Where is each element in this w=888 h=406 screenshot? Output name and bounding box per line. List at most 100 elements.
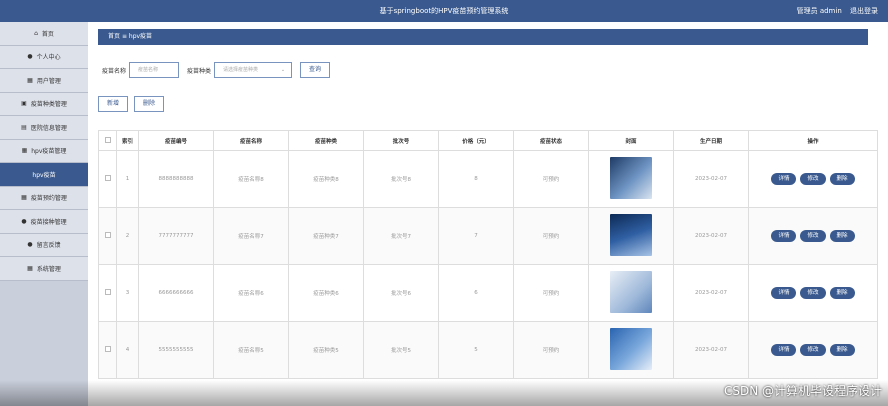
row-select-cell <box>98 150 117 208</box>
logout-link[interactable]: 退出登录 <box>850 7 878 15</box>
user-label: 管理员 admin <box>796 7 842 15</box>
operation-cell: 详情 修改 删除 <box>748 321 878 379</box>
status-cell: 可预约 <box>513 207 589 265</box>
filter-bar: 疫苗名称 疫苗名称 疫苗种类 请选择疫苗种类 ⌄ 查询 <box>102 62 331 78</box>
detail-button[interactable]: 详情 <box>771 173 797 185</box>
batch-cell: 批次号8 <box>363 150 439 208</box>
sidebar-item-profile[interactable]: ● 个人中心 <box>0 45 88 69</box>
row-checkbox[interactable] <box>104 175 111 181</box>
breadcrumb-home[interactable]: 首页 <box>108 33 120 40</box>
select-all-header <box>98 130 117 151</box>
status-cell: 可预约 <box>513 264 589 322</box>
vaccine-type-select[interactable]: 请选择疫苗种类 ⌄ <box>214 62 293 78</box>
operation-cell: 详情 修改 删除 <box>748 207 878 265</box>
row-delete-button[interactable]: 删除 <box>829 287 855 299</box>
column-header: 操作 <box>748 130 878 151</box>
sidebar-item-hospitals[interactable]: ▤ 医院信息管理 <box>0 116 88 140</box>
person-icon: ● <box>21 217 27 225</box>
edit-button[interactable]: 修改 <box>800 173 826 185</box>
sidebar-item-label: 首页 <box>41 30 54 38</box>
select-all-checkbox[interactable] <box>104 136 111 143</box>
edit-button[interactable]: 修改 <box>800 344 826 356</box>
detail-button[interactable]: 详情 <box>771 230 797 242</box>
grid-icon: ▦ <box>27 264 33 272</box>
cover-image <box>610 271 652 313</box>
type-cell: 疫苗种类8 <box>288 150 364 208</box>
batch-cell: 批次号7 <box>363 207 439 265</box>
detail-button[interactable]: 详情 <box>771 287 797 299</box>
column-header: 批次号 <box>363 130 439 151</box>
action-bar: 新增 删除 <box>98 96 165 112</box>
date-cell: 2023-02-07 <box>673 150 749 208</box>
price-cell: 8 <box>438 150 514 208</box>
sidebar-item-home[interactable]: ⌂ 首页 <box>0 22 88 46</box>
row-delete-button[interactable]: 删除 <box>829 173 855 185</box>
status-cell: 可预约 <box>513 150 589 208</box>
index-cell: 2 <box>116 207 139 265</box>
sidebar-item-label: 疫苗预约管理 <box>30 195 67 203</box>
row-checkbox[interactable] <box>104 346 111 352</box>
status-cell: 可预约 <box>513 321 589 379</box>
edit-button[interactable]: 修改 <box>800 287 826 299</box>
sidebar-item-label: 疫苗接种管理 <box>30 218 67 226</box>
name-cell: 疫苗名称5 <box>213 321 289 379</box>
user-area: 管理员 admin 退出登录 <box>791 6 878 16</box>
vaccine-name-input[interactable]: 疫苗名称 <box>129 62 180 78</box>
column-header: 疫苗种类 <box>288 130 364 151</box>
table-row: 3 6666666666 疫苗名称6 疫苗种类6 批次号6 6 可预约 2023… <box>98 264 878 322</box>
type-cell: 疫苗种类5 <box>288 321 364 379</box>
sidebar-item-users[interactable]: ▦ 用户管理 <box>0 69 88 93</box>
cover-cell <box>588 207 674 265</box>
batch-cell: 批次号5 <box>363 321 439 379</box>
sidebar-item-feedback[interactable]: ● 留言反馈 <box>0 233 88 257</box>
name-cell: 疫苗名称6 <box>213 264 289 322</box>
vaccine-table: 索引 疫苗编号 疫苗名称 疫苗种类 批次号 价格（元） 疫苗状态 封面 生产日期… <box>98 130 878 379</box>
person-icon: ● <box>27 53 33 61</box>
sidebar-item-label: 个人中心 <box>36 54 61 62</box>
cover-cell <box>588 321 674 379</box>
vaccine-type-placeholder: 请选择疫苗种类 <box>223 67 259 73</box>
cover-cell <box>588 150 674 208</box>
sidebar-item-appointments[interactable]: ▦ 疫苗预约管理 <box>0 186 88 210</box>
edit-button[interactable]: 修改 <box>800 230 826 242</box>
sidebar-item-vaccine-types[interactable]: ▣ 疫苗种类管理 <box>0 92 88 116</box>
sidebar-item-vaccinations[interactable]: ● 疫苗接种管理 <box>0 210 88 234</box>
pin-icon: ● <box>27 241 33 249</box>
column-header: 价格（元） <box>438 130 514 151</box>
home-icon: ⌂ <box>34 29 38 37</box>
sidebar-item-label: hpv疫苗管理 <box>31 148 67 156</box>
row-select-cell <box>98 207 117 265</box>
row-delete-button[interactable]: 删除 <box>829 344 855 356</box>
sidebar-item-label: 留言反馈 <box>36 242 61 250</box>
sidebar-item-hpv-management[interactable]: ▦ hpv疫苗管理 <box>0 139 88 163</box>
date-cell: 2023-02-07 <box>673 321 749 379</box>
index-cell: 1 <box>116 150 139 208</box>
vaccine-type-label: 疫苗种类 <box>187 67 212 75</box>
row-checkbox[interactable] <box>104 232 111 238</box>
sidebar-item-label: hpv疫苗 <box>32 171 56 179</box>
code-cell: 7777777777 <box>138 207 214 265</box>
breadcrumb: 首页 ≡ hpv疫苗 <box>98 29 868 45</box>
index-cell: 4 <box>116 321 139 379</box>
cover-cell <box>588 264 674 322</box>
briefcase-icon: ▤ <box>21 123 27 131</box>
table-row: 1 8888888888 疫苗名称8 疫苗种类8 批次号8 8 可预约 2023… <box>98 150 878 208</box>
price-cell: 5 <box>438 321 514 379</box>
sidebar: ⌂ 首页 ● 个人中心 ▦ 用户管理 ▣ 疫苗种类管理 ▤ 医院信息管理 ▦ hpv疫苗管理… <box>0 22 88 406</box>
sidebar-item-label: 系统管理 <box>36 265 61 273</box>
row-select-cell <box>98 321 117 379</box>
row-checkbox[interactable] <box>104 289 111 295</box>
index-cell: 3 <box>116 264 139 322</box>
add-button[interactable]: 新增 <box>98 96 129 112</box>
detail-button[interactable]: 详情 <box>771 344 797 356</box>
main-content: 首页 ≡ hpv疫苗 疫苗名称 疫苗名称 疫苗种类 请选择疫苗种类 ⌄ 查询 新增… <box>88 22 888 406</box>
top-bar: 基于springboot的HPV疫苗预约管理系统 管理员 admin 退出登录 <box>0 0 888 22</box>
row-delete-button[interactable]: 删除 <box>829 230 855 242</box>
query-button[interactable]: 查询 <box>300 62 331 78</box>
cover-image <box>610 157 652 199</box>
sidebar-item-system[interactable]: ▦ 系统管理 <box>0 257 88 281</box>
delete-button[interactable]: 删除 <box>134 96 165 112</box>
watermark: CSDN @计算机毕设程序设计 <box>723 384 882 398</box>
sidebar-subitem-hpv[interactable]: hpv疫苗 <box>0 163 88 187</box>
grid-icon: ▦ <box>27 76 33 84</box>
